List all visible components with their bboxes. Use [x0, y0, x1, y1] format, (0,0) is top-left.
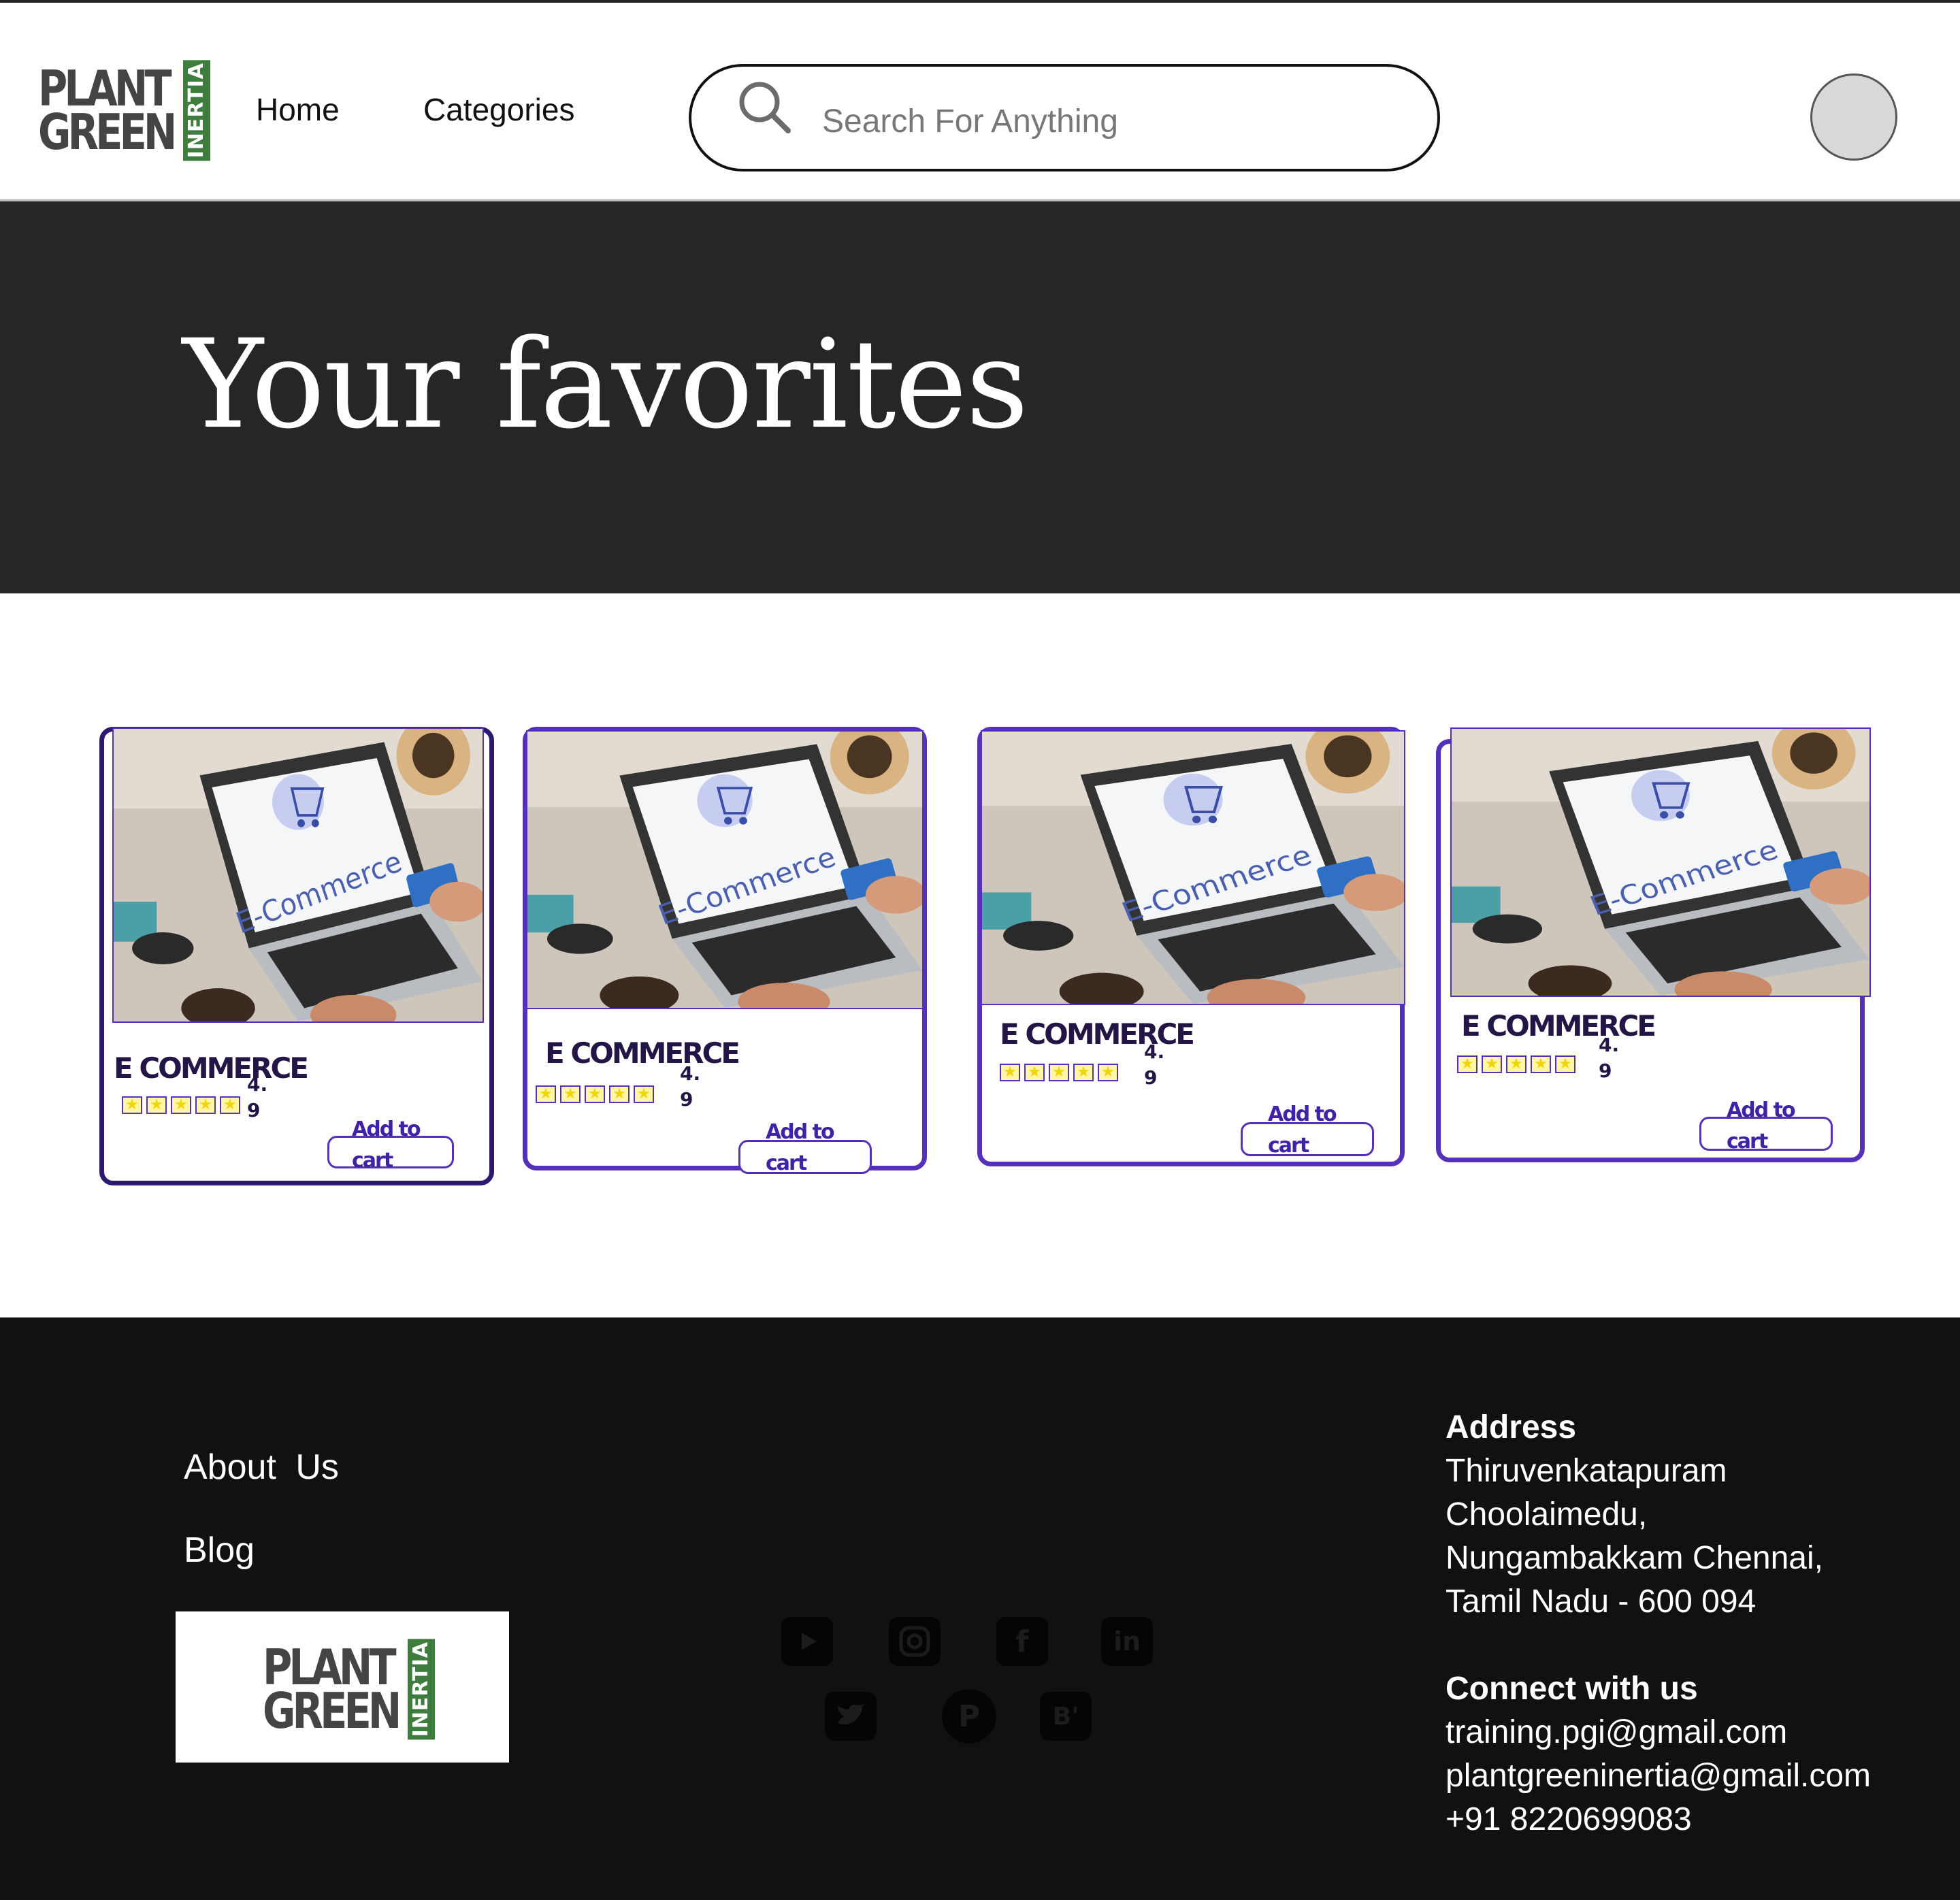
star-icon: ★ [220, 1096, 240, 1114]
page-title: Your favorites [182, 314, 1029, 456]
product-card[interactable]: E-Commerce E COMMERCE ★ ★ ★ ★ ★ 4.9 Add to c… [99, 727, 494, 1185]
star-icon: ★ [1049, 1064, 1069, 1081]
rating-value: 4.9 [247, 1073, 268, 1121]
logo-tag: INERTIA [183, 60, 211, 161]
address-heading: Address [1446, 1409, 1577, 1445]
search-bar[interactable] [689, 64, 1440, 171]
connect-heading: Connect with us [1446, 1671, 1698, 1707]
add-to-cart-label[interactable]: Add to cart [352, 1114, 440, 1177]
rating-value: 4.9 [1599, 1034, 1620, 1082]
star-icon: ★ [1073, 1064, 1094, 1081]
brand-logo[interactable]: PLANT GREEN INERTIA [38, 60, 211, 161]
search-icon[interactable] [734, 76, 795, 140]
hero-banner: Your favorites [0, 201, 1960, 593]
add-to-cart-label[interactable]: Add to cart [1727, 1095, 1815, 1158]
rating-value: 4.9 [680, 1062, 701, 1111]
star-icon: ★ [536, 1085, 556, 1103]
star-rating: ★ ★ ★ ★ ★ [1457, 1055, 1575, 1073]
contact-block: Connect with us training.pgi@gmail.com p… [1446, 1667, 1871, 1841]
contact-email-main[interactable]: plantgreeninertia@gmail.com [1446, 1754, 1871, 1798]
star-icon: ★ [146, 1096, 167, 1114]
behance-icon[interactable]: B' [1040, 1692, 1092, 1741]
rating-value: 4.9 [1144, 1041, 1165, 1089]
logo-wordmark: PLANT GREEN [263, 1643, 402, 1740]
star-icon: ★ [634, 1085, 654, 1103]
product-card[interactable]: E-Commerce E COMMERCE ★ ★ ★ ★ ★ 4.9 Add to c… [523, 727, 927, 1175]
product-image[interactable]: E-Commerce [981, 730, 1405, 1005]
product-title: E COMMERCE [545, 1036, 740, 1070]
instagram-icon[interactable] [889, 1617, 941, 1666]
facebook-icon[interactable]: f [996, 1617, 1048, 1666]
star-rating: ★ ★ ★ ★ ★ [1000, 1064, 1118, 1081]
star-icon: ★ [1506, 1055, 1526, 1073]
footer-about-link[interactable]: About Us [184, 1447, 339, 1488]
star-icon: ★ [1024, 1064, 1045, 1081]
star-icon: ★ [560, 1085, 581, 1103]
address-line: Choolaimedu, [1446, 1496, 1648, 1533]
site-footer: About Us Blog PLANT GREEN INERTIA f in P… [0, 1317, 1960, 1900]
address-line: Nungambakkam Chennai, [1446, 1540, 1823, 1576]
address-line: Tamil Nadu - 600 094 [1446, 1584, 1757, 1620]
product-image[interactable]: E-Commerce [112, 727, 484, 1023]
add-to-cart-label[interactable]: Add to cart [766, 1117, 854, 1179]
address-line: Thiruvenkatapuram [1446, 1453, 1727, 1489]
star-icon: ★ [1531, 1055, 1551, 1073]
star-icon: ★ [1555, 1055, 1575, 1073]
star-rating: ★ ★ ★ ★ ★ [122, 1096, 240, 1114]
product-title: E COMMERCE [114, 1051, 309, 1085]
logo-line-2: GREEN [263, 1682, 402, 1740]
logo-wordmark: PLANT GREEN [38, 64, 177, 161]
star-icon: ★ [609, 1085, 630, 1103]
footer-blog-link[interactable]: Blog [184, 1530, 255, 1571]
product-image[interactable]: E-Commerce [1450, 727, 1871, 997]
star-icon: ★ [195, 1096, 216, 1114]
star-icon: ★ [1482, 1055, 1502, 1073]
star-icon: ★ [1000, 1064, 1020, 1081]
add-to-cart-label[interactable]: Add to cart [1268, 1099, 1356, 1162]
star-rating: ★ ★ ★ ★ ★ [536, 1085, 654, 1103]
nav-categories-link[interactable]: Categories [423, 91, 574, 128]
product-title: E COMMERCE [1461, 1009, 1656, 1043]
star-icon: ★ [585, 1085, 605, 1103]
top-nav-bar: PLANT GREEN INERTIA Home Categories [0, 0, 1960, 201]
footer-brand-logo[interactable]: PLANT GREEN INERTIA [263, 1639, 436, 1740]
star-icon: ★ [171, 1096, 191, 1114]
product-image[interactable]: E-Commerce [526, 730, 924, 1009]
star-icon: ★ [1457, 1055, 1477, 1073]
product-card[interactable]: E-Commerce E COMMERCE ★ ★ ★ ★ ★ 4.9 Add to c… [977, 727, 1405, 1166]
twitter-icon[interactable] [825, 1692, 877, 1741]
contact-phone[interactable]: +91 8220699083 [1446, 1798, 1871, 1841]
contact-email-training[interactable]: training.pgi@gmail.com [1446, 1711, 1871, 1754]
logo-line-2: GREEN [38, 103, 177, 161]
star-icon: ★ [122, 1096, 142, 1114]
youtube-icon[interactable] [781, 1617, 833, 1666]
linkedin-icon[interactable]: in [1101, 1617, 1153, 1666]
star-icon: ★ [1098, 1064, 1118, 1081]
logo-tag: INERTIA [408, 1639, 436, 1740]
nav-home-link[interactable]: Home [256, 91, 340, 128]
footer-logo-box: PLANT GREEN INERTIA [176, 1611, 509, 1763]
product-card[interactable]: E-Commerce E COMMERCE ★ ★ ★ ★ ★ 4.9 Add to c… [1436, 727, 1871, 1162]
user-avatar[interactable] [1810, 73, 1897, 161]
address-block: Address Thiruvenkatapuram Choolaimedu, N… [1446, 1406, 1823, 1624]
pinterest-icon[interactable]: P [942, 1689, 996, 1743]
search-input[interactable] [821, 97, 1313, 146]
